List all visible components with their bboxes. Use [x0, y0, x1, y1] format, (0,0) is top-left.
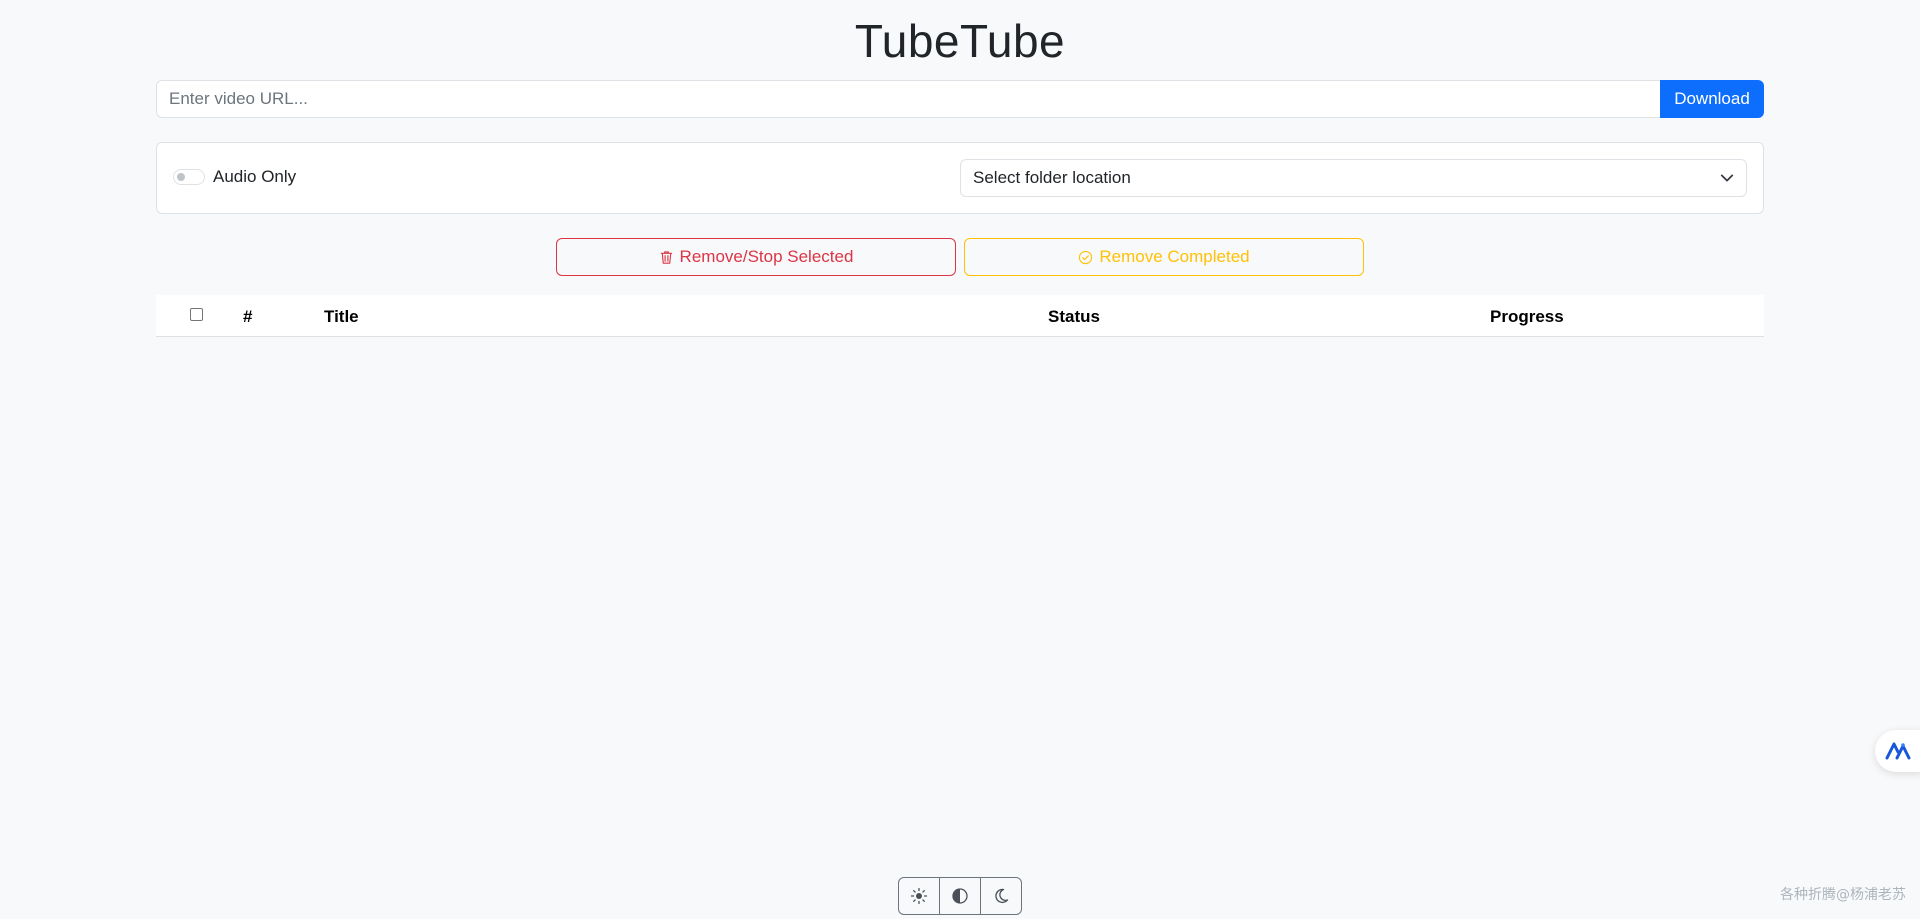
download-button[interactable]: Download — [1660, 80, 1764, 118]
floating-assistant-button[interactable] — [1875, 730, 1920, 772]
remove-completed-label: Remove Completed — [1099, 247, 1250, 266]
url-form: Download — [156, 80, 1764, 118]
auto-theme-button[interactable] — [940, 878, 981, 914]
check-circle-icon — [1079, 250, 1093, 264]
watermark-text: 各种折腾@杨浦老苏 — [1780, 887, 1906, 903]
options-card: Audio Only Select folder location — [156, 142, 1764, 214]
audio-only-toggle[interactable] — [173, 169, 205, 185]
sun-icon — [910, 887, 928, 905]
trash-icon — [660, 250, 672, 264]
page-title: TubeTube — [854, 15, 1066, 67]
remove-completed-button[interactable]: Remove Completed — [964, 238, 1364, 276]
dark-theme-button[interactable] — [981, 878, 1021, 914]
assistant-logo-icon — [1885, 742, 1911, 760]
light-theme-button[interactable] — [899, 878, 940, 914]
chevron-down-icon — [1720, 174, 1734, 182]
column-header-title: Title — [324, 307, 359, 326]
audio-only-label: Audio Only — [213, 167, 297, 186]
remove-stop-selected-label: Remove/Stop Selected — [679, 247, 854, 266]
select-all-checkbox[interactable] — [190, 308, 203, 321]
remove-stop-selected-button[interactable]: Remove/Stop Selected — [556, 238, 956, 276]
audio-only-toggle-group: Audio Only — [173, 167, 296, 187]
theme-switcher — [898, 877, 1022, 915]
downloads-table: # Title Status Progress — [156, 295, 1764, 337]
toggle-knob — [177, 173, 185, 181]
url-input[interactable] — [156, 80, 1660, 118]
column-header-status: Status — [1048, 307, 1100, 326]
contrast-icon — [952, 888, 968, 904]
folder-select-value: Select folder location — [973, 168, 1131, 187]
column-header-number: # — [243, 307, 253, 326]
moon-icon — [995, 888, 1009, 904]
column-header-progress: Progress — [1490, 307, 1564, 326]
folder-location-select[interactable]: Select folder location — [960, 159, 1747, 197]
